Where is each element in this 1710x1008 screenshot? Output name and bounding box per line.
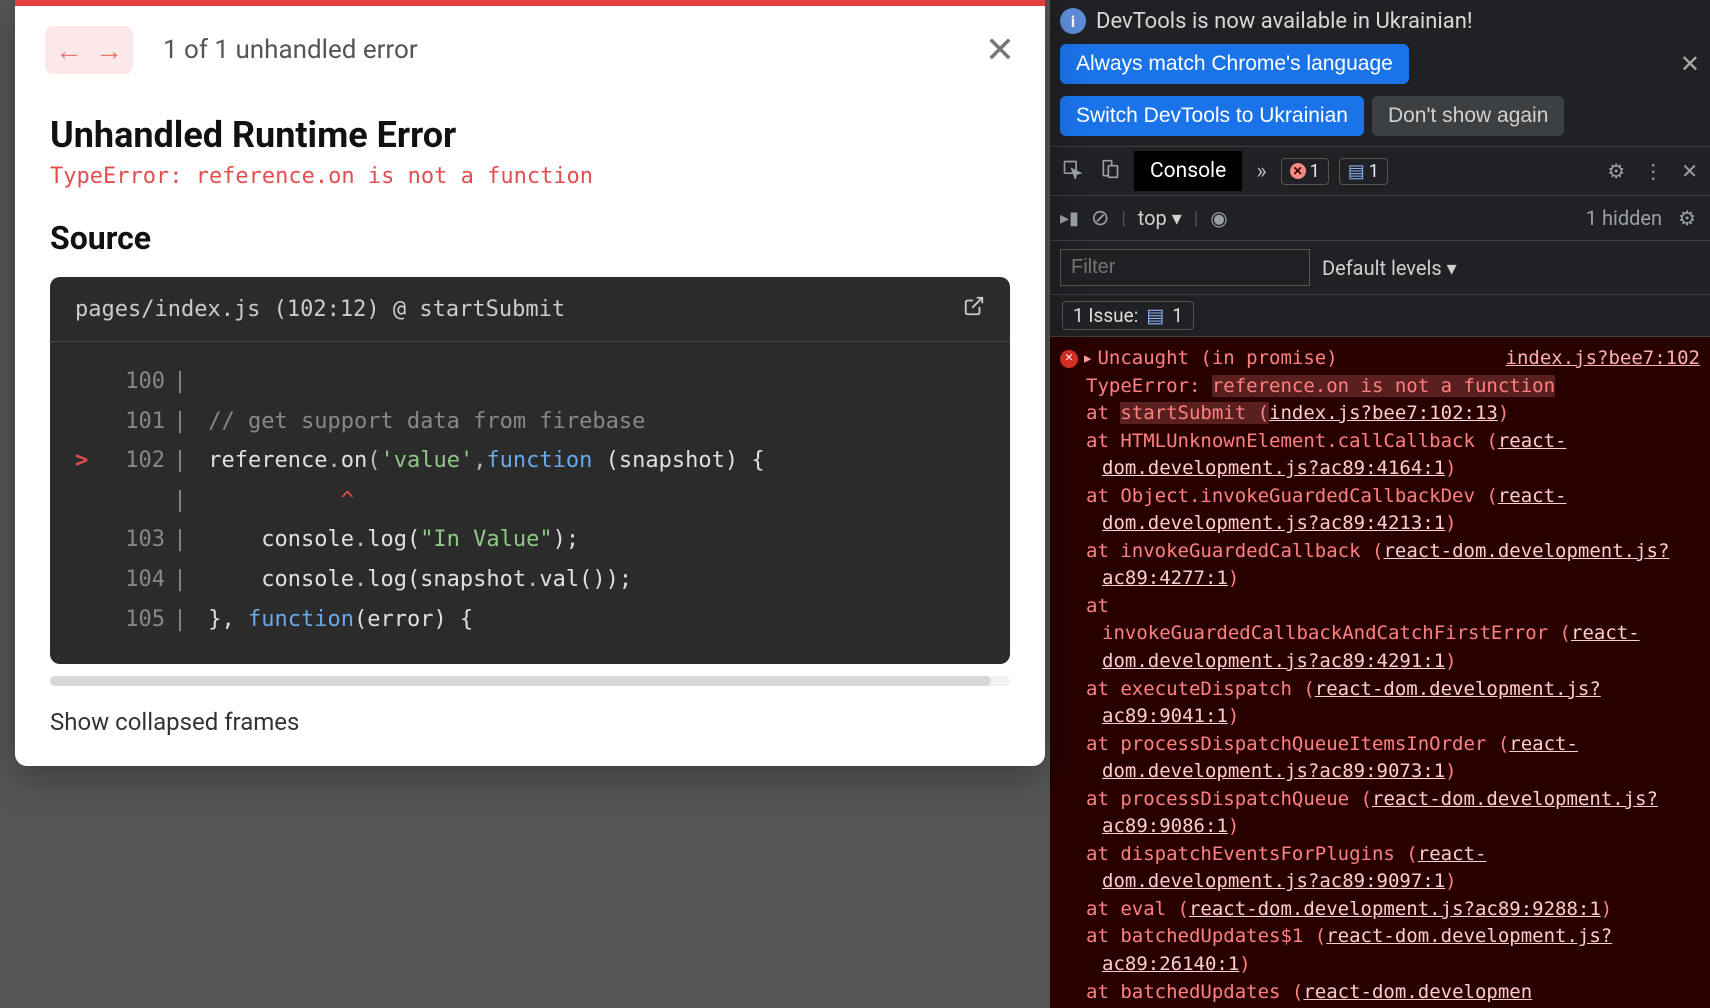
issues-chip[interactable]: 1 Issue: ▤ 1 (1062, 301, 1194, 330)
open-in-editor-icon[interactable] (963, 295, 985, 323)
inspect-element-icon[interactable] (1058, 155, 1086, 188)
console-error-entry[interactable]: ✕▸Uncaught (in promise) index.js?bee7:10… (1060, 345, 1700, 373)
kebab-menu-icon[interactable]: ⋮ (1639, 155, 1667, 187)
hidden-messages-label[interactable]: 1 hidden (1586, 206, 1662, 230)
show-console-sidebar-icon[interactable]: ▸▮ (1060, 208, 1079, 229)
error-icon: ✕ (1060, 350, 1078, 368)
stack-link[interactable]: react-dom.developmen (1303, 981, 1532, 1003)
error-overlay: ← → 1 of 1 unhandled error ✕ Unhandled R… (15, 0, 1045, 766)
source-link[interactable]: index.js?bee7:102 (1506, 345, 1700, 373)
dont-show-again-button[interactable]: Don't show again (1372, 96, 1564, 136)
tab-console[interactable]: Console (1134, 151, 1242, 191)
live-expression-icon[interactable]: ◉ (1210, 206, 1227, 230)
code-line-104: 104| console.log(snapshot.val()); (75, 560, 985, 600)
stack-link[interactable]: react-dom.development.js?ac89:9288:1 (1189, 898, 1601, 920)
code-line-100: 100| (75, 362, 985, 402)
source-code-block: pages/index.js (102:12) @ startSubmit 10… (50, 277, 1010, 664)
show-collapsed-frames-button[interactable]: Show collapsed frames (50, 708, 1010, 736)
error-count-badge[interactable]: ✕1 (1281, 158, 1329, 185)
always-match-language-button[interactable]: Always match Chrome's language (1060, 44, 1409, 84)
console-toolbar: ▸▮ ⊘ | top ▾ | ◉ 1 hidden ⚙ (1050, 196, 1710, 241)
error-title: Unhandled Runtime Error (50, 114, 1010, 156)
clear-console-icon[interactable]: ⊘ (1091, 206, 1109, 231)
console-settings-icon[interactable]: ⚙ (1674, 202, 1700, 234)
source-location: pages/index.js (102:12) @ startSubmit (75, 297, 565, 322)
code-line-102: >102| reference.on('value',function (sna… (75, 441, 985, 481)
code-line-105: 105| }, function(error) { (75, 600, 985, 640)
devtools-panel: i DevTools is now available in Ukrainian… (1050, 0, 1710, 1008)
log-levels-selector[interactable]: Default levels ▾ (1322, 256, 1457, 280)
info-icon: i (1060, 8, 1086, 34)
source-heading: Source (50, 219, 1010, 257)
close-banner-icon[interactable]: ✕ (1680, 50, 1700, 78)
error-nav: ← → (45, 26, 133, 74)
gear-icon[interactable]: ⚙ (1603, 155, 1629, 187)
issues-bar: 1 Issue: ▤ 1 (1050, 295, 1710, 337)
prev-error-button[interactable]: ← (49, 30, 89, 70)
devtools-main-toolbar: Console » ✕1 ▤1 ⚙ ⋮ ✕ (1050, 146, 1710, 196)
code-line-caret: | ^ (75, 481, 985, 521)
info-count-badge[interactable]: ▤1 (1339, 158, 1388, 185)
code-line-103: 103| console.log("In Value"); (75, 520, 985, 560)
error-message: TypeError: reference.on is not a functio… (50, 164, 1010, 189)
devtools-language-banner: DevTools is now available in Ukrainian! (1096, 9, 1473, 34)
horizontal-scrollbar[interactable] (50, 676, 1010, 686)
execution-context-selector[interactable]: top ▾ (1138, 206, 1182, 230)
console-filter-bar: Default levels ▾ (1050, 241, 1710, 295)
console-output: ✕▸Uncaught (in promise) index.js?bee7:10… (1050, 337, 1710, 1008)
close-icon[interactable]: ✕ (985, 29, 1015, 71)
close-devtools-icon[interactable]: ✕ (1677, 155, 1702, 187)
console-filter-input[interactable] (1060, 249, 1310, 286)
error-counter: 1 of 1 unhandled error (163, 35, 985, 65)
more-tabs-icon[interactable]: » (1252, 155, 1270, 188)
device-toggle-icon[interactable] (1096, 155, 1124, 188)
switch-language-button[interactable]: Switch DevTools to Ukrainian (1060, 96, 1364, 136)
stack-link[interactable]: index.js?bee7:102:13 (1269, 402, 1498, 424)
next-error-button[interactable]: → (89, 30, 129, 70)
code-line-101: 101| // get support data from firebase (75, 402, 985, 442)
